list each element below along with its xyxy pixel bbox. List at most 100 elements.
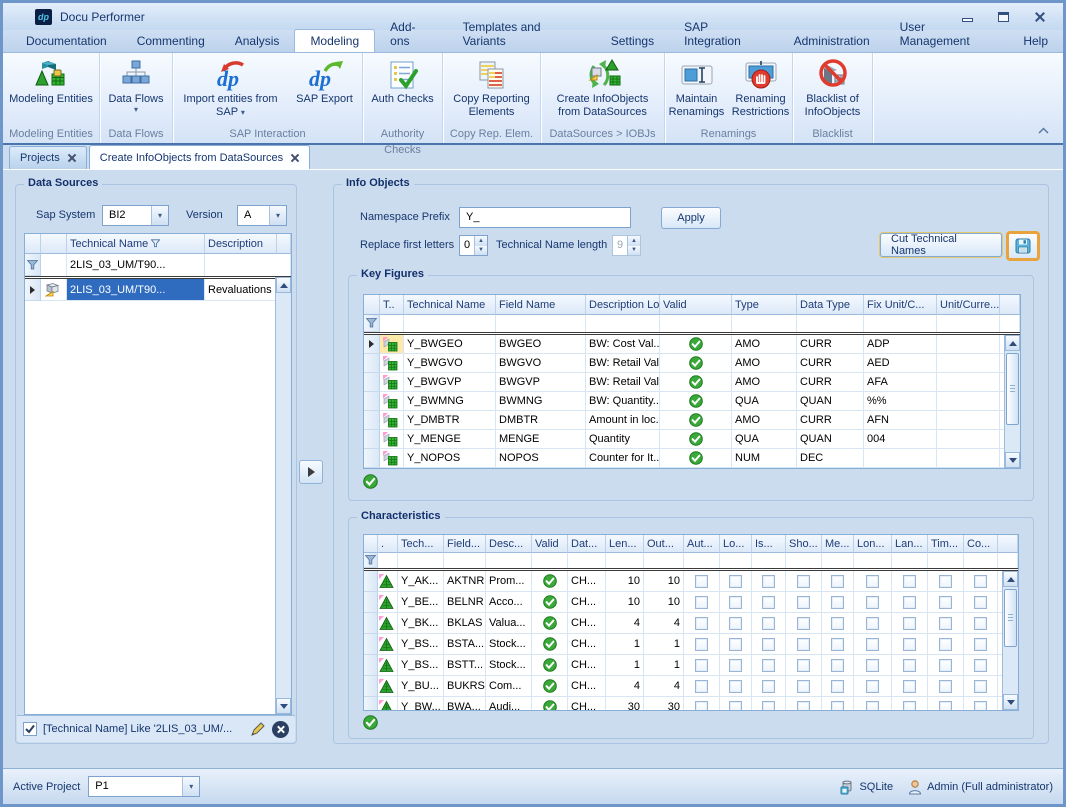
cell-technical-name[interactable]: Y_BE... <box>398 592 444 613</box>
menu-tab-documentation[interactable]: Documentation <box>11 30 122 52</box>
table-row[interactable]: Y_AK...AKTNRProm...CH...1010 <box>364 571 1018 592</box>
checkbox[interactable] <box>797 596 810 609</box>
column-header-out[interactable]: Out... <box>644 535 684 553</box>
checkbox[interactable] <box>939 659 952 672</box>
checkbox[interactable] <box>974 659 987 672</box>
version-select[interactable]: A ▾ <box>237 205 287 226</box>
table-row[interactable]: Y_MENGEMENGEQuantityQUAQUAN004 <box>364 430 1020 449</box>
filter-cell[interactable] <box>964 553 998 568</box>
table-row[interactable]: Y_BS...BSTT...Stock...CH...11 <box>364 655 1018 676</box>
clear-filter-icon[interactable] <box>272 721 289 738</box>
cell-description[interactable]: Amount in loc... <box>586 411 660 430</box>
column-header[interactable] <box>41 234 67 254</box>
cell-technical-name[interactable]: Y_BWGVO <box>404 354 496 373</box>
cell-unit-currency[interactable] <box>937 335 1000 354</box>
table-row[interactable]: Y_BS...BSTA...Stock...CH...11 <box>364 634 1018 655</box>
cell-description[interactable]: Stock... <box>486 634 532 655</box>
cell-field-name[interactable]: BUKRS <box>444 676 486 697</box>
column-header-valid[interactable]: Valid <box>532 535 568 553</box>
replace-first-letters-stepper[interactable]: 0 ▲▼ <box>459 235 488 256</box>
cell-technical-name[interactable]: Y_BWGEO <box>404 335 496 354</box>
filter-cell[interactable] <box>568 553 606 568</box>
cell-fix-unit[interactable]: AFA <box>864 373 937 392</box>
column-header-description[interactable]: Description <box>205 234 277 254</box>
checkbox[interactable] <box>831 596 844 609</box>
filter-cell[interactable] <box>398 553 444 568</box>
cell-data-type[interactable]: CH... <box>568 655 606 676</box>
table-row[interactable]: Y_BK...BKLASValua...CH...44 <box>364 613 1018 634</box>
cell-description[interactable]: Acco... <box>486 592 532 613</box>
data-sources-grid-scrollbar[interactable] <box>275 277 291 714</box>
checkbox[interactable] <box>831 575 844 588</box>
cell-field-name[interactable]: BWGVO <box>496 354 586 373</box>
checkbox[interactable] <box>729 575 742 588</box>
cell-description[interactable]: Counter for It... <box>586 449 660 468</box>
cell-field-name[interactable]: BWGEO <box>496 335 586 354</box>
filter-cell[interactable] <box>720 553 752 568</box>
table-row[interactable]: Y_BWGVOBWGVOBW: Retail Val...AMOCURRAED <box>364 354 1020 373</box>
cell-field-name[interactable]: BKLAS <box>444 613 486 634</box>
chevron-down-icon[interactable]: ▾ <box>182 777 199 796</box>
filter-cell[interactable] <box>822 553 854 568</box>
cell-description[interactable]: BW: Retail Val... <box>586 373 660 392</box>
cell-fix-unit[interactable]: ADP <box>864 335 937 354</box>
scroll-down-icon[interactable] <box>276 698 291 714</box>
filter-cell[interactable] <box>864 315 937 332</box>
checkbox[interactable] <box>695 680 708 693</box>
menu-tab-templates-and-variants[interactable]: Templates and Variants <box>448 16 596 52</box>
stepper-down-icon[interactable]: ▼ <box>475 246 487 256</box>
menu-tab-add-ons[interactable]: Add-ons <box>375 16 447 52</box>
cell-fix-unit[interactable] <box>864 449 937 468</box>
tab-projects[interactable]: Projects <box>9 146 87 169</box>
filter-cell[interactable] <box>404 315 496 332</box>
stepper-up-icon[interactable]: ▲ <box>475 236 487 246</box>
filter-cell[interactable] <box>998 553 1018 568</box>
column-header-lan[interactable]: Lan... <box>892 535 928 553</box>
checkbox[interactable] <box>903 701 916 712</box>
checkbox[interactable] <box>903 680 916 693</box>
cell-technical-name[interactable]: Y_BS... <box>398 655 444 676</box>
cell-data-type[interactable]: QUAN <box>797 392 864 411</box>
checkbox[interactable] <box>695 596 708 609</box>
renaming-restrictions-button[interactable]: Renaming Restrictions <box>730 55 792 121</box>
active-project-select[interactable]: P1 ▾ <box>88 776 200 797</box>
column-header[interactable] <box>25 234 41 254</box>
column-header-me[interactable]: Me... <box>822 535 854 553</box>
checkbox[interactable] <box>974 638 987 651</box>
checkbox[interactable] <box>903 617 916 630</box>
filter-cell[interactable] <box>532 553 568 568</box>
cell-technical-name[interactable]: Y_BWGVP <box>404 373 496 392</box>
column-header-lon[interactable]: Lon... <box>854 535 892 553</box>
column-header-technical-name[interactable]: Technical Name <box>67 234 205 254</box>
column-header-aut[interactable]: Aut... <box>684 535 720 553</box>
checkbox[interactable] <box>695 575 708 588</box>
cell-field-name[interactable]: BWGVP <box>496 373 586 392</box>
cell-type[interactable]: AMO <box>732 411 797 430</box>
column-header-fix-unit-c[interactable]: Fix Unit/C... <box>864 295 937 315</box>
cell-output-length[interactable]: 4 <box>644 613 684 634</box>
edit-filter-pencil-icon[interactable] <box>250 721 266 737</box>
filter-cell[interactable] <box>606 553 644 568</box>
scroll-up-icon[interactable] <box>1003 571 1018 587</box>
column-header-unit-curre[interactable]: Unit/Curre... <box>937 295 1000 315</box>
checkbox[interactable] <box>866 617 879 630</box>
column-header-type[interactable]: Type <box>732 295 797 315</box>
cell-length[interactable]: 1 <box>606 655 644 676</box>
column-header-len[interactable]: Len... <box>606 535 644 553</box>
column-header-lo[interactable]: Lo... <box>720 535 752 553</box>
filter-cell[interactable] <box>644 553 684 568</box>
tab-create-infoobjects[interactable]: Create InfoObjects from DataSources <box>89 145 310 169</box>
filter-cell[interactable] <box>786 553 822 568</box>
cell-unit-currency[interactable] <box>937 373 1000 392</box>
table-row[interactable]: Y_BU...BUKRSCom...CH...44 <box>364 676 1018 697</box>
cell-length[interactable]: 4 <box>606 613 644 634</box>
cell-description[interactable]: Prom... <box>486 571 532 592</box>
cell-technical-name[interactable]: Y_BWMNG <box>404 392 496 411</box>
cell-data-type[interactable]: CH... <box>568 697 606 711</box>
cell-field-name[interactable]: MENGE <box>496 430 586 449</box>
cell-data-type[interactable]: CURR <box>797 373 864 392</box>
cell-data-type[interactable]: QUAN <box>797 430 864 449</box>
menu-tab-commenting[interactable]: Commenting <box>122 30 220 52</box>
checkbox[interactable] <box>974 680 987 693</box>
cell-unit-currency[interactable] <box>937 411 1000 430</box>
